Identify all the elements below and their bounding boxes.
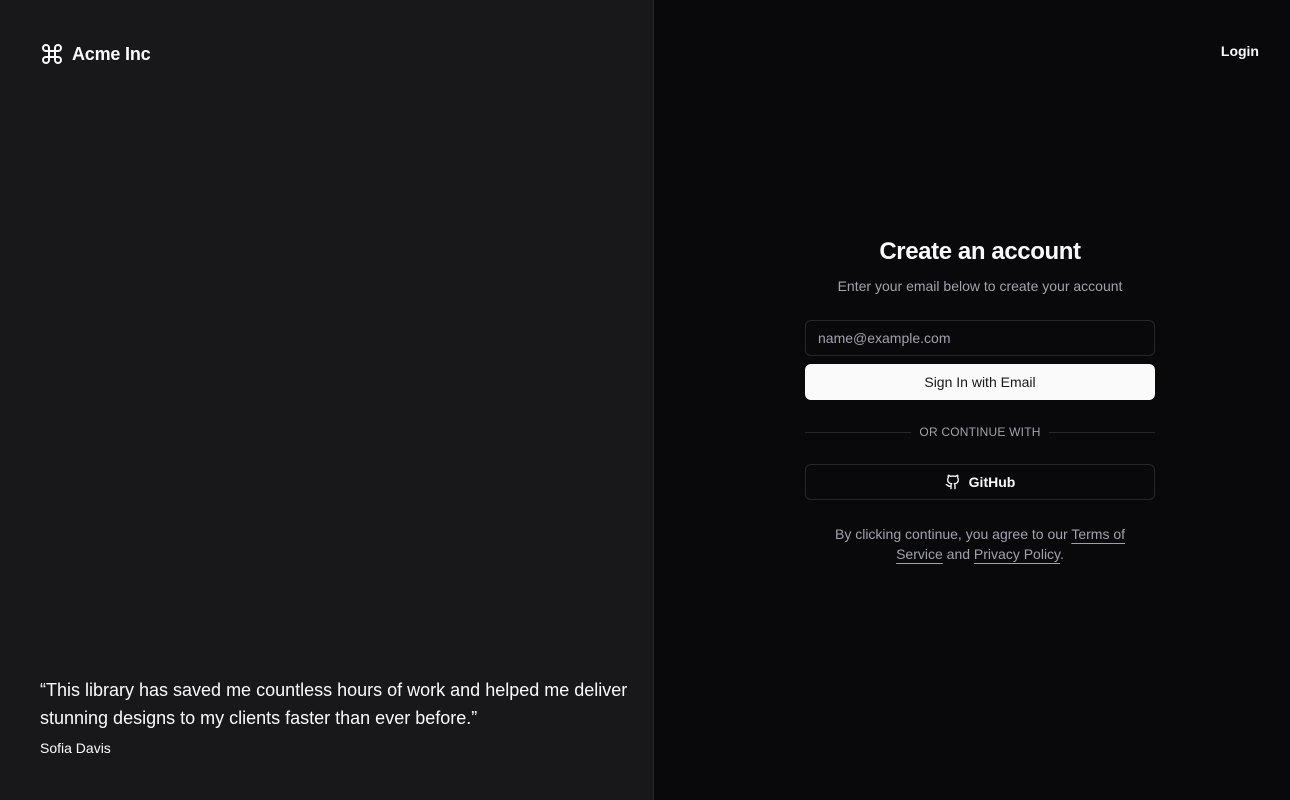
divider-line-right (1048, 431, 1156, 433)
auth-page: Acme Inc “This library has saved me coun… (0, 0, 1290, 800)
command-icon (40, 42, 64, 66)
terms-suffix: . (1060, 546, 1064, 562)
terms-prefix: By clicking continue, you agree to our (834, 526, 1068, 542)
github-button[interactable]: GitHub (805, 464, 1155, 500)
login-link[interactable]: Login (1221, 41, 1259, 61)
terms-conjunction: and (946, 546, 971, 562)
github-icon (945, 474, 961, 490)
divider-text: Or continue with (919, 425, 1041, 439)
github-button-label: GitHub (968, 474, 1016, 490)
brand-panel: Acme Inc “This library has saved me coun… (0, 0, 654, 800)
divider-line-left (805, 431, 912, 433)
testimonial-author: Sofia Davis (40, 740, 111, 756)
sign-in-email-button[interactable]: Sign In with Email (805, 364, 1155, 400)
form-title: Create an account (879, 238, 1081, 265)
brand-name: Acme Inc (72, 43, 151, 64)
privacy-policy-link[interactable]: Privacy Policy (974, 546, 1060, 562)
form-subtitle: Enter your email below to create your ac… (837, 278, 1123, 294)
testimonial-quote: “This library has saved me countless hou… (40, 680, 628, 728)
or-divider: Or continue with (805, 424, 1156, 440)
signup-form: Create an account Enter your email below… (805, 236, 1156, 564)
terms-notice: By clicking continue, you agree to our T… (830, 524, 1130, 564)
brand-logo: Acme Inc (40, 42, 151, 66)
auth-panel: Login Create an account Enter your email… (654, 0, 1290, 800)
email-input[interactable] (805, 320, 1155, 356)
testimonial: “This library has saved me countless hou… (40, 676, 630, 756)
